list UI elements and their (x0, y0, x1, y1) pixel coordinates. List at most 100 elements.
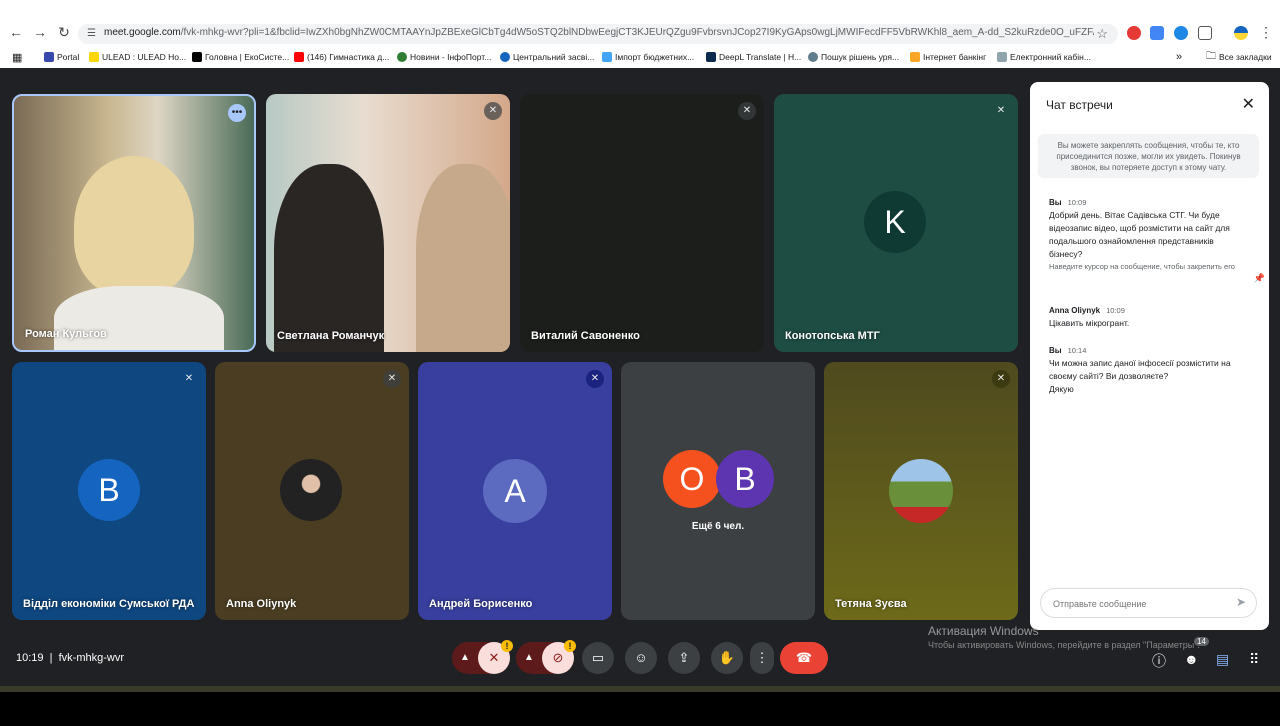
more-options-icon[interactable]: ••• (228, 104, 246, 122)
warning-icon: ! (564, 640, 576, 652)
extension-zoom-icon[interactable] (1174, 26, 1188, 40)
all-bookmarks[interactable]: 🗀 Все закладки (1206, 48, 1272, 66)
site-info-icon[interactable]: ☰ (87, 28, 96, 39)
more-options-button[interactable]: ⋮ (750, 642, 774, 674)
more-bookmarks-icon[interactable]: » (1176, 48, 1182, 66)
bookmark-favicon-icon (808, 52, 818, 62)
leave-call-button[interactable]: ☎ (780, 642, 828, 674)
info-icon[interactable]: ⓘ (1152, 651, 1166, 671)
video-tile[interactable]: K ✕ Конотопська МТГ (774, 94, 1018, 352)
more-vert-icon: ⋮ (755, 650, 769, 665)
more-participants-label: Ещё 6 чел. (691, 521, 745, 532)
extension-opera-icon[interactable] (1127, 26, 1141, 40)
bookmark-item[interactable]: Головна | ЕкоСисте... (192, 48, 289, 66)
video-tile[interactable]: ✕ Виталий Савоненко (520, 94, 764, 352)
browser-menu-icon[interactable]: ⋮ (1258, 24, 1274, 40)
chevron-up-icon[interactable]: ▲ (524, 642, 534, 674)
meeting-time: 10:19 (16, 652, 44, 664)
participant-avatar: B (78, 459, 140, 521)
video-tile[interactable]: ✕ Тетяна Зуєва (824, 362, 1018, 620)
participant-name: Anna Oliynyk (226, 598, 297, 610)
send-icon[interactable]: ➤ (1236, 595, 1246, 609)
forward-icon[interactable]: → (32, 24, 48, 40)
url-host: meet.google.com (104, 27, 181, 38)
bookmark-item[interactable]: Пошук рішень уря... (808, 48, 899, 66)
bookmark-favicon-icon (89, 52, 99, 62)
video-tile[interactable]: A ✕ Андрей Борисенко (418, 362, 612, 620)
chat-input[interactable] (1051, 595, 1225, 613)
extensions-puzzle-icon[interactable] (1198, 26, 1212, 40)
bookmark-item[interactable]: Інтернет банкінг (910, 48, 986, 66)
bookmark-star-icon[interactable]: ☆ (1096, 26, 1108, 42)
participant-photo (280, 459, 342, 521)
chat-panel: Чат встречи ✕ Вы можете закреплять сообщ… (1030, 82, 1269, 630)
extension-translate-icon[interactable] (1150, 26, 1164, 40)
others-tile[interactable]: O B Ещё 6 чел. (621, 362, 815, 620)
participant-video (74, 156, 194, 296)
taskbar-bottom (0, 692, 1280, 726)
participant-avatar: O (663, 450, 721, 508)
present-button[interactable]: ⇪ (668, 642, 700, 674)
meet-controls-bar: 10:19 | fvk-mhkg-wvr ▲ ✕ ! ▲ ⊘ ! ▭ ☺ ⇪ ✋… (0, 635, 1280, 680)
chat-input-box[interactable]: ➤ (1040, 588, 1257, 618)
chat-message: Anna Oliynyk 10:09 Цікавить мікрогрант. (1049, 304, 1249, 330)
pin-icon[interactable]: 📌 (1254, 272, 1265, 285)
video-tile[interactable]: ✕ Светлана Романчук (266, 94, 510, 352)
profile-avatar[interactable] (1234, 26, 1248, 40)
mic-off-icon: ✕ (996, 105, 1006, 116)
bookmark-item[interactable]: Імпорт бюджетних... (602, 48, 694, 66)
activities-icon[interactable]: ⠿ (1249, 651, 1259, 668)
present-screen-icon: ⇪ (678, 650, 690, 665)
mic-off-icon: ✕ (184, 373, 194, 384)
chat-message: Вы 10:14 Чи можна запис даної інфосесії р… (1049, 344, 1249, 396)
captions-icon: ▭ (591, 650, 605, 665)
emoji-icon: ☺ (634, 650, 648, 665)
raise-hand-button[interactable]: ✋ (711, 642, 743, 674)
bookmark-item[interactable]: Електронний кабін... (997, 48, 1091, 66)
participant-name: Виталий Савоненко (531, 330, 640, 342)
people-icon[interactable]: ☻ (1184, 651, 1199, 667)
warning-icon: ! (501, 640, 513, 652)
chat-icon[interactable]: ▤ (1216, 651, 1229, 668)
bookmark-item[interactable]: Центральний засві... (500, 48, 594, 66)
reactions-button[interactable]: ☺ (625, 642, 657, 674)
bookmark-favicon-icon (602, 52, 612, 62)
participant-avatar: A (483, 459, 547, 523)
reload-icon[interactable]: ↻ (56, 24, 72, 40)
participant-avatar: B (716, 450, 774, 508)
back-icon[interactable]: ← (8, 24, 24, 40)
chat-title: Чат встречи (1046, 98, 1113, 112)
chevron-up-icon[interactable]: ▲ (460, 642, 470, 674)
address-bar[interactable]: ☰ meet.google.com/fvk-mhkg-wvr?pli=1&fbc… (78, 24, 1118, 44)
video-tile[interactable]: B ✕ Відділ економіки Сумської РДА (12, 362, 206, 620)
participant-name: Конотопська МТГ (785, 330, 880, 342)
bookmark-favicon-icon (500, 52, 510, 62)
participant-video (274, 164, 384, 352)
captions-button[interactable]: ▭ (582, 642, 614, 674)
bookmark-item[interactable]: ULEAD : ULEAD Ho... (89, 48, 186, 66)
chat-message-text: Дякую (1049, 384, 1074, 394)
meeting-code: fvk-mhkg-wvr (58, 652, 125, 664)
browser-chrome: ← → ↻ ☰ meet.google.com/fvk-mhkg-wvr?pli… (0, 0, 1280, 68)
participant-name: Светлана Романчук (277, 330, 385, 342)
bookmark-favicon-icon (44, 52, 54, 62)
video-tile[interactable]: ••• Роман Кульгов (12, 94, 256, 352)
bookmark-item[interactable]: (146) Гимнастика д... (294, 48, 389, 66)
chat-info-banner: Вы можете закреплять сообщения, чтобы те… (1038, 134, 1259, 178)
apps-grid-icon[interactable]: ▦ (12, 48, 22, 66)
folder-icon: 🗀 (1206, 50, 1216, 62)
participants-count-badge: 14 (1194, 637, 1209, 646)
participant-name: Андрей Борисенко (429, 598, 533, 610)
bookmark-item[interactable]: DeepL Translate | Н... (706, 48, 801, 66)
bookmark-favicon-icon (192, 52, 202, 62)
video-tile[interactable]: ✕ Anna Oliynyk (215, 362, 409, 620)
bookmark-item[interactable]: Новини - ІнфоПорт... (397, 48, 491, 66)
mic-off-icon: ✕ (586, 370, 604, 388)
participant-name: Тетяна Зуєва (835, 598, 907, 610)
close-icon[interactable]: ✕ (1242, 94, 1255, 114)
mic-off-icon: ✕ (383, 370, 401, 388)
bookmark-favicon-icon (397, 52, 407, 62)
bookmark-item[interactable]: Portal (44, 48, 79, 66)
participant-name: Роман Кульгов (25, 328, 107, 340)
mic-off-icon: ✕ (484, 102, 502, 120)
